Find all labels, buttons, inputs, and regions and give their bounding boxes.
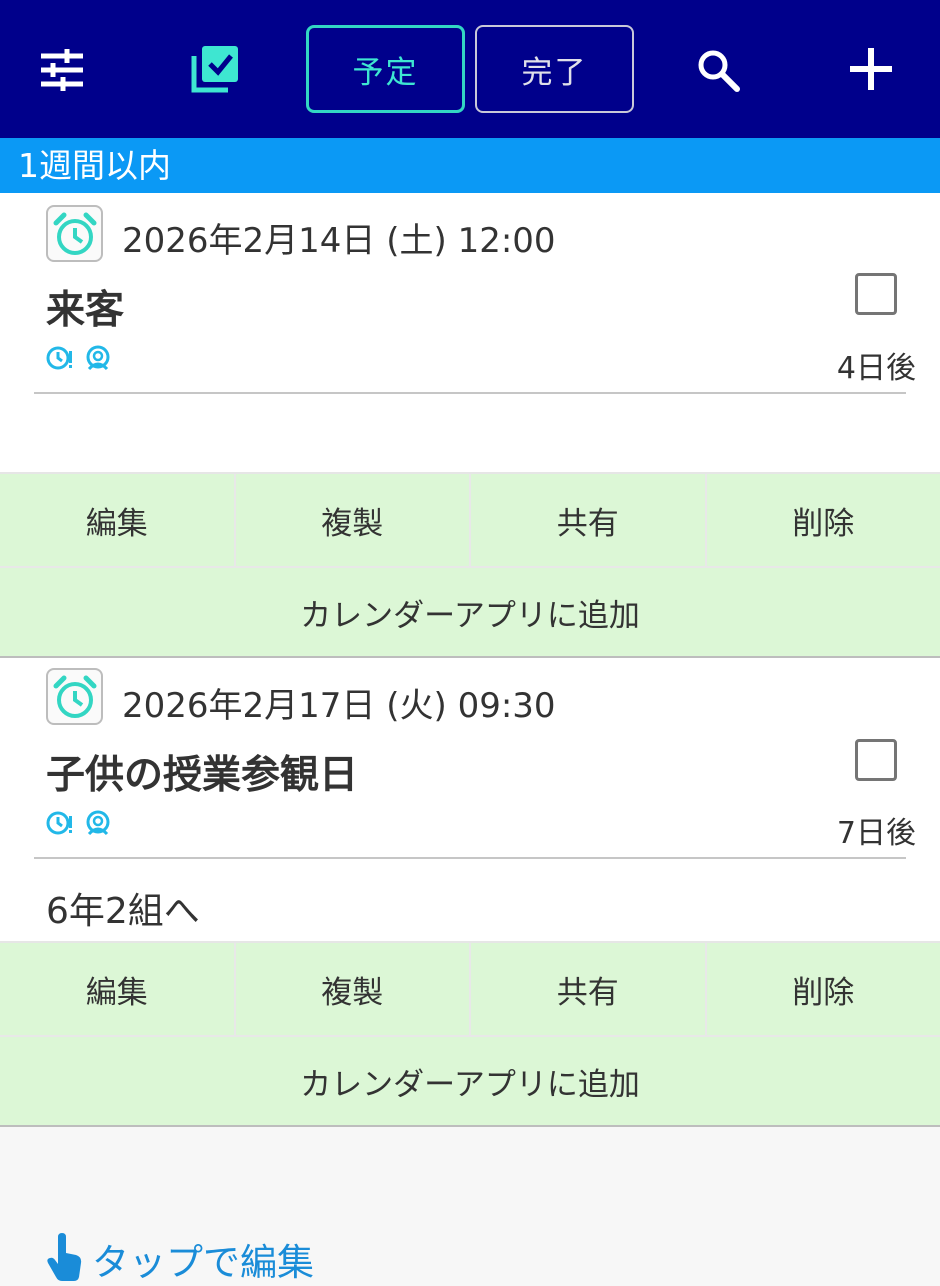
divider bbox=[34, 857, 906, 859]
divider bbox=[34, 392, 906, 394]
event-card[interactable]: 2026年2月17日 (火) 09:30 子供の授業参観日 7日後 6年2組へ bbox=[0, 658, 940, 942]
top-bar: 予定 完了 bbox=[0, 0, 940, 138]
edit-button[interactable]: 編集 bbox=[0, 943, 236, 1035]
sliders-icon[interactable] bbox=[38, 48, 86, 92]
edit-button[interactable]: 編集 bbox=[0, 474, 236, 566]
share-button[interactable]: 共有 bbox=[471, 474, 707, 566]
event-datetime: 2026年2月17日 (火) 09:30 bbox=[122, 678, 556, 727]
hint-text: タップで編集 bbox=[92, 1232, 314, 1286]
done-checkbox[interactable] bbox=[855, 739, 897, 781]
alarm-icon[interactable] bbox=[46, 205, 103, 262]
delete-button[interactable]: 削除 bbox=[707, 474, 940, 566]
event-status-icons bbox=[46, 345, 112, 375]
done-checkbox[interactable] bbox=[855, 273, 897, 315]
days-until: 7日後 bbox=[837, 808, 916, 852]
tab-done[interactable]: 完了 bbox=[475, 25, 634, 113]
days-until: 4日後 bbox=[837, 343, 916, 387]
event-memo: 6年2組へ bbox=[46, 882, 200, 934]
clock-alert-icon bbox=[46, 810, 74, 840]
tap-to-edit-hint: タップで編集 bbox=[46, 1232, 314, 1286]
event-title: 子供の授業参観日 bbox=[46, 744, 358, 800]
delete-button[interactable]: 削除 bbox=[707, 943, 940, 1035]
share-button[interactable]: 共有 bbox=[471, 943, 707, 1035]
event-card[interactable]: 2026年2月14日 (土) 12:00 来客 4日後 bbox=[0, 193, 940, 473]
person-icon bbox=[84, 345, 112, 375]
event-status-icons bbox=[46, 810, 112, 840]
tab-scheduled[interactable]: 予定 bbox=[306, 25, 465, 113]
event-actions: 編集 複製 共有 削除 カレンダーアプリに追加 bbox=[0, 941, 940, 1127]
event-datetime: 2026年2月14日 (土) 12:00 bbox=[122, 213, 556, 262]
clock-alert-icon bbox=[46, 345, 74, 375]
person-icon bbox=[84, 810, 112, 840]
duplicate-button[interactable]: 複製 bbox=[236, 474, 472, 566]
search-icon[interactable] bbox=[696, 48, 740, 92]
alarm-icon[interactable] bbox=[46, 668, 103, 725]
section-header: 1週間以内 bbox=[0, 138, 940, 193]
checklist-icon[interactable] bbox=[190, 44, 240, 94]
duplicate-button[interactable]: 複製 bbox=[236, 943, 472, 1035]
event-title: 来客 bbox=[46, 279, 124, 335]
tap-finger-icon bbox=[46, 1233, 84, 1285]
add-to-calendar-button[interactable]: カレンダーアプリに追加 bbox=[0, 568, 940, 656]
add-to-calendar-button[interactable]: カレンダーアプリに追加 bbox=[0, 1037, 940, 1125]
plus-icon[interactable] bbox=[848, 46, 894, 92]
event-actions: 編集 複製 共有 削除 カレンダーアプリに追加 bbox=[0, 472, 940, 658]
